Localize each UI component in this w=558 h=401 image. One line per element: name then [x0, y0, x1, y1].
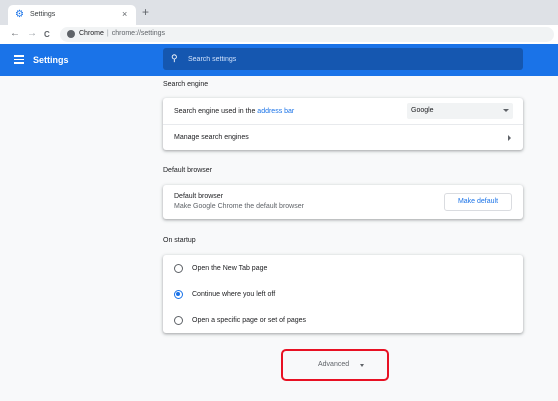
radio-button-checked[interactable]: [174, 290, 183, 299]
search-engine-label: Search engine used in the address bar: [174, 108, 294, 115]
tab-close-icon[interactable]: ×: [122, 9, 127, 19]
search-input[interactable]: [188, 53, 488, 65]
arrow-right-icon: [508, 135, 511, 141]
reload-icon[interactable]: C: [44, 29, 50, 41]
tab-strip: ⚙ Settings × +: [0, 0, 558, 25]
dropdown-caret-icon: [503, 109, 509, 112]
address-text: Chrome | chrome://settings: [79, 30, 165, 37]
search-engine-card: Search engine used in the address bar Go…: [163, 98, 523, 150]
search-icon: ⚲: [171, 53, 178, 63]
search-engine-value: Google: [411, 107, 434, 114]
make-default-button[interactable]: Make default: [444, 193, 512, 211]
advanced-button[interactable]: Advanced: [318, 361, 349, 368]
startup-option-label: Open the New Tab page: [192, 264, 268, 272]
startup-option-new-tab[interactable]: Open the New Tab page: [163, 255, 523, 281]
default-browser-card: Default browser Make Google Chrome the d…: [163, 185, 523, 219]
manage-search-engines-row[interactable]: Manage search engines: [163, 124, 523, 150]
chevron-down-icon[interactable]: [360, 364, 364, 367]
forward-icon[interactable]: →: [27, 28, 37, 40]
default-browser-title: Default browser: [174, 193, 224, 200]
startup-option-label: Open a specific page or set of pages: [192, 316, 307, 324]
new-tab-button[interactable]: +: [142, 6, 149, 18]
radio-button[interactable]: [174, 316, 183, 325]
browser-toolbar: ← → C Chrome | chrome://settings: [0, 25, 558, 44]
default-browser-row: Default browser Make Google Chrome the d…: [163, 185, 523, 219]
search-box[interactable]: ⚲: [163, 48, 523, 70]
manage-search-engines-label: Manage search engines: [174, 134, 249, 141]
address-site: Chrome: [79, 30, 104, 37]
address-separator: |: [106, 30, 109, 37]
page-title: Settings: [33, 55, 69, 65]
search-engine-label-prefix: Search engine used in the: [174, 107, 258, 115]
gear-icon: ⚙: [15, 9, 24, 20]
address-url: chrome://settings: [111, 30, 166, 37]
default-browser-subtitle: Make Google Chrome the default browser: [174, 203, 304, 210]
on-startup-card: Open the New Tab page Continue where you…: [163, 255, 523, 333]
section-title-default-browser: Default browser: [163, 167, 213, 174]
search-engine-dropdown[interactable]: Google: [407, 103, 513, 119]
tab-title: Settings: [30, 11, 56, 18]
radio-button[interactable]: [174, 264, 183, 273]
section-title-on-startup: On startup: [163, 237, 196, 244]
startup-option-specific-pages[interactable]: Open a specific page or set of pages: [163, 307, 523, 333]
hamburger-menu-icon[interactable]: [14, 55, 24, 64]
address-bar-link[interactable]: address bar: [257, 108, 294, 115]
startup-option-label: Continue where you left off: [192, 290, 276, 298]
startup-option-continue[interactable]: Continue where you left off: [163, 281, 523, 307]
chrome-site-icon: [67, 30, 75, 38]
back-icon[interactable]: ←: [10, 28, 20, 40]
tab-settings[interactable]: ⚙ Settings ×: [8, 5, 136, 25]
search-engine-row: Search engine used in the address bar Go…: [163, 98, 523, 124]
address-bar[interactable]: Chrome | chrome://settings: [60, 27, 554, 42]
section-title-search-engine: Search engine: [163, 81, 209, 88]
settings-header: Settings ⚲: [0, 44, 558, 76]
